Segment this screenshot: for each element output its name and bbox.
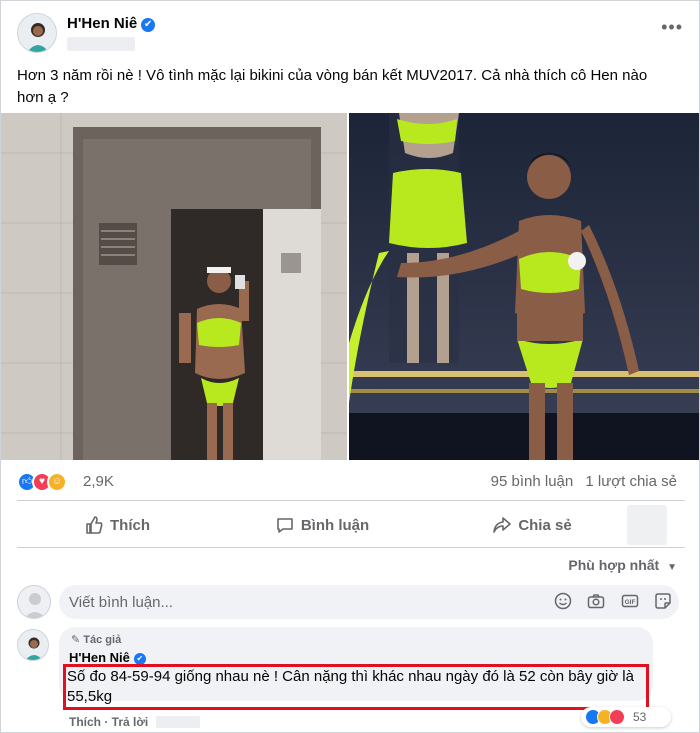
comment-timestamp-blurred	[155, 716, 200, 728]
reactions-bar: 👍︎ ♥ ☺ 2,9K 95 bình luận 1 lượt chia sẻ	[17, 471, 687, 493]
comment-like-link[interactable]: Thích	[69, 715, 101, 729]
comment-composer: GIF	[59, 585, 679, 619]
more-options-icon[interactable]: •••	[661, 17, 683, 38]
divider	[17, 547, 685, 548]
comment-author-text[interactable]: H'Hen Niê	[69, 650, 130, 665]
post-card: H'Hen Niê ✔ ••• Hơn 3 năm rồi nè ! Vô tìn…	[0, 0, 700, 733]
post-header: H'Hen Niê ✔ •••	[17, 13, 687, 57]
photo-stage-bikini[interactable]	[349, 113, 699, 460]
gif-icon[interactable]: GIF	[620, 592, 640, 612]
comment-reply-link[interactable]: Trả lời	[112, 715, 149, 729]
author-tag: ✎ Tác giả	[71, 633, 121, 646]
like-label: Thích	[110, 516, 150, 534]
comment-label: Bình luận	[300, 516, 370, 534]
comment-icon	[277, 518, 293, 533]
photo-mirror-selfie[interactable]	[1, 113, 347, 460]
camera-icon[interactable]	[586, 592, 606, 612]
comment-reaction-count: 53	[633, 710, 647, 724]
comment-meta: Thích · Trả lời	[69, 715, 200, 729]
verified-badge-icon: ✔	[141, 18, 156, 32]
sticker-icon[interactable]	[653, 592, 673, 612]
author-name[interactable]: H'Hen Niê ✔	[67, 15, 156, 32]
reaction-count[interactable]: 2,9K	[83, 473, 114, 490]
engagement-stats: 95 bình luận 1 lượt chia sẻ	[483, 473, 677, 490]
post-text: Hơn 3 năm rồi nè ! Vô tình mặc lại bikin…	[17, 67, 648, 106]
divider	[17, 500, 685, 501]
comment-count[interactable]: 95 bình luận	[491, 473, 574, 490]
care-icon: ☺	[47, 472, 67, 492]
pencil-icon: ✎	[71, 634, 81, 646]
share-label: Chia sẻ	[518, 516, 572, 534]
highlight-box	[63, 664, 649, 710]
comment-reactions[interactable]: 53	[581, 707, 671, 727]
action-bar: Thích Bình luận Chia sẻ	[17, 507, 637, 543]
author-tag-label: Tác giả	[83, 634, 122, 646]
share-button[interactable]: Chia sẻ	[427, 507, 637, 543]
share-count[interactable]: 1 lượt chia sẻ	[585, 473, 677, 490]
comment-author-avatar[interactable]	[17, 629, 49, 661]
comment-button[interactable]: Bình luận	[217, 507, 427, 543]
caret-down-icon: ▼	[667, 562, 677, 573]
blurred-thumbnail	[627, 505, 667, 545]
emoji-icon[interactable]	[553, 592, 573, 612]
share-arrow-icon	[493, 517, 512, 533]
comment-sort-dropdown[interactable]: Phù hợp nhất ▼	[568, 557, 677, 573]
comment-author-name[interactable]: H'Hen Niê ✔	[69, 650, 146, 665]
composer-icons: GIF	[544, 592, 673, 612]
post-timestamp-blurred	[67, 37, 135, 51]
post-photos	[1, 113, 699, 460]
comment-input[interactable]	[69, 585, 529, 619]
thumbs-up-icon	[86, 516, 103, 534]
love-icon	[609, 709, 625, 725]
current-user-avatar[interactable]	[17, 585, 51, 619]
comment-sort-label: Phù hợp nhất	[568, 557, 660, 573]
like-button[interactable]: Thích	[17, 507, 217, 543]
author-avatar[interactable]	[17, 13, 57, 53]
svg-text:GIF: GIF	[624, 599, 635, 606]
author-name-text[interactable]: H'Hen Niê	[67, 15, 137, 32]
